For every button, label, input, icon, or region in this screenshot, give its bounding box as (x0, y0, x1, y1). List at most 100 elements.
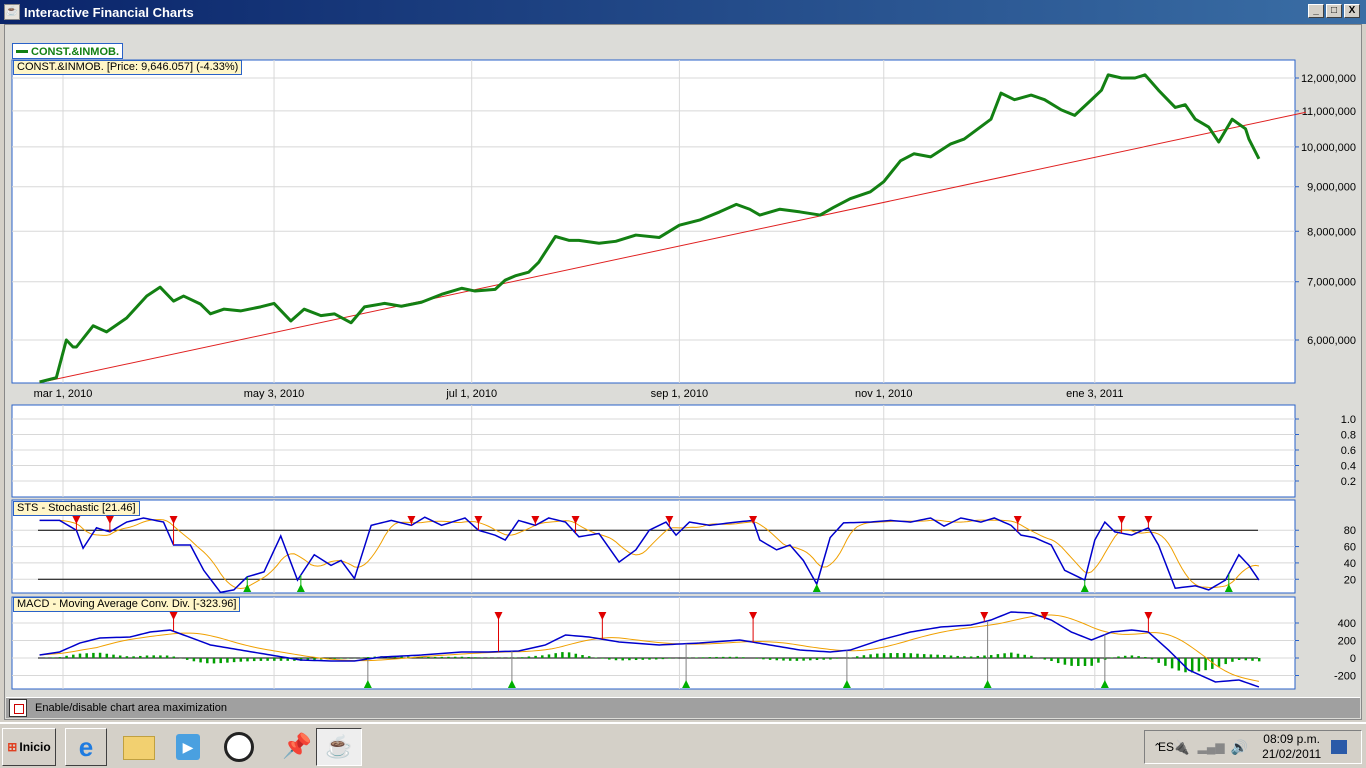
macd-histogram-bar (621, 658, 624, 661)
macd-histogram-bar (862, 655, 866, 658)
macd-histogram-bar (118, 655, 122, 658)
macd-histogram-bar (936, 654, 939, 658)
clock-time[interactable]: 08:09 p.m. (1262, 732, 1321, 747)
y-tick-label: 0.4 (1341, 461, 1356, 473)
macd-histogram-bar (266, 658, 269, 661)
macd-histogram-bar (916, 653, 919, 658)
chart-panel-0 (11, 59, 1296, 384)
macd-histogram-bar (1016, 653, 1020, 658)
show-desktop-icon[interactable] (1331, 740, 1348, 754)
macd-histogram-bar (1231, 658, 1234, 662)
macd-histogram-bar (1217, 658, 1221, 667)
macd-histogram-bar (206, 658, 209, 664)
macd-histogram-bar (661, 658, 665, 660)
maximize-chart-area-icon[interactable] (9, 699, 27, 717)
macd-histogram-bar (1010, 652, 1013, 658)
x-tick-label: ene 3, 2011 (1066, 388, 1123, 400)
macd-histogram-bar (735, 656, 738, 658)
macd-histogram-bar (1056, 658, 1060, 664)
macd-histogram-bar (701, 657, 705, 658)
x-tick-label: may 3, 2010 (244, 388, 305, 400)
clock-icon[interactable] (224, 732, 254, 762)
y-tick-label: 60 (1344, 542, 1356, 554)
media-player-icon[interactable]: ▶ (176, 734, 200, 760)
macd-histogram-bar (1257, 658, 1261, 662)
macd-histogram-bar (922, 654, 926, 658)
macd-histogram-bar (768, 658, 772, 660)
internet-explorer-icon[interactable]: e (65, 728, 107, 766)
macd-histogram-bar (1043, 658, 1047, 660)
macd-histogram-bar (1090, 658, 1093, 666)
charts-canvas[interactable]: 6,000,000 7,000,000 8,000,000 9,000,000 10,0… (0, 0, 1366, 700)
y-tick-label: 0.8 (1341, 430, 1356, 442)
y-tick-label: 11,000,000 (1302, 106, 1356, 118)
folder-icon[interactable] (123, 736, 155, 760)
start-label: Inicio (19, 740, 51, 754)
price-panel-label: CONST.&INMOB. [Price: 9,646.057] (-4.33%… (13, 60, 243, 75)
macd-histogram-bar (460, 656, 464, 658)
macd-histogram-bar (273, 658, 276, 661)
macd-histogram-bar (943, 655, 946, 658)
macd-histogram-bar (1030, 655, 1033, 658)
clock-date[interactable]: 21/02/2011 (1262, 747, 1321, 762)
macd-histogram-bar (1157, 658, 1160, 663)
pushpin-icon[interactable]: 📌 (282, 732, 312, 761)
macd-histogram-bar (554, 653, 557, 658)
macd-histogram-bar (199, 658, 202, 663)
y-tick-label: 80 (1344, 525, 1356, 537)
power-icon[interactable]: 🔌 (1172, 739, 1189, 756)
macd-histogram-bar (976, 655, 980, 658)
y-tick-label: 0.6 (1341, 445, 1356, 457)
macd-histogram-bar (340, 658, 343, 659)
macd-histogram-bar (561, 652, 564, 658)
macd-histogram-bar (92, 652, 95, 658)
macd-histogram-bar (1150, 658, 1154, 660)
macd-histogram-bar (1164, 658, 1167, 666)
macd-histogram-bar (829, 658, 832, 660)
macd-histogram-bar (366, 657, 370, 658)
macd-histogram-bar (192, 658, 196, 662)
macd-histogram-bar (132, 656, 135, 658)
show-hidden-icons-icon[interactable]: ⌃ (1153, 741, 1162, 754)
macd-histogram-bar (882, 653, 886, 658)
macd-histogram-bar (159, 655, 162, 658)
volume-icon[interactable]: 🔊 (1231, 739, 1248, 756)
java-taskbar-button[interactable]: ☕ (316, 728, 362, 766)
macd-histogram-bar (581, 655, 584, 658)
macd-histogram-bar (313, 658, 316, 660)
macd-histogram-bar (728, 656, 732, 658)
macd-histogram-bar (1237, 658, 1241, 660)
macd-histogram-bar (896, 653, 899, 658)
macd-histogram-bar (902, 653, 906, 658)
macd-histogram-bar (65, 655, 68, 658)
macd-histogram-bar (520, 657, 524, 658)
macd-histogram-bar (232, 658, 236, 663)
start-button[interactable]: ⊞ Inicio (2, 728, 56, 766)
macd-histogram-bar (440, 656, 444, 658)
network-signal-icon[interactable]: ▂▄▆ (1198, 740, 1225, 754)
macd-histogram-bar (567, 652, 571, 658)
macd-histogram-bar (1197, 658, 1201, 672)
macd-histogram-bar (72, 654, 75, 658)
macd-histogram-bar (152, 655, 155, 658)
macd-histogram-bar (85, 653, 88, 658)
macd-histogram-bar (795, 658, 799, 661)
system-tray: ⌃ 🔌 ▂▄▆ 🔊 08:09 p.m. 21/02/2011 (1144, 730, 1362, 764)
macd-histogram-bar (742, 657, 745, 658)
series-legend[interactable]: CONST.&INMOB. (12, 43, 123, 59)
macd-histogram-bar (427, 656, 430, 658)
macd-histogram-bar (601, 658, 604, 659)
status-text: Enable/disable chart area maximization (35, 702, 227, 714)
macd-histogram-bar (1224, 658, 1227, 665)
macd-histogram-bar (239, 658, 243, 662)
macd-histogram-bar (58, 657, 62, 658)
macd-histogram-bar (1190, 658, 1194, 673)
macd-histogram-bar (212, 658, 216, 664)
x-tick-label: mar 1, 2010 (34, 388, 93, 400)
macd-histogram-bar (145, 655, 149, 658)
macd-histogram-bar (527, 656, 531, 658)
macd-histogram-bar (668, 658, 671, 659)
macd-histogram-bar (909, 653, 913, 658)
macd-histogram-bar (809, 658, 812, 661)
macd-histogram-bar (587, 656, 591, 658)
